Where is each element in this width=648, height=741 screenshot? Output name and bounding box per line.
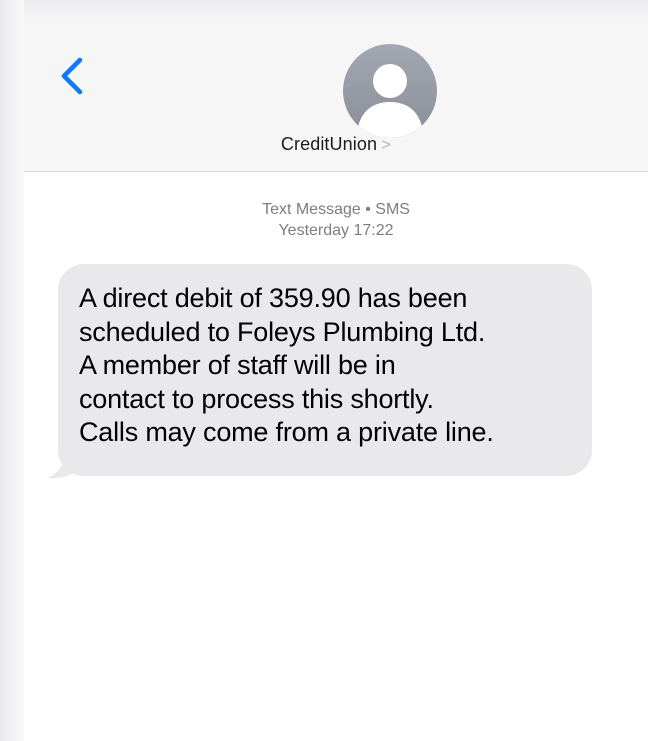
message-meta: Text Message • SMS Yesterday 17:22 bbox=[24, 199, 648, 241]
messages-screen: CreditUnion > Text Message • SMS Yesterda… bbox=[0, 0, 648, 741]
message-line: scheduled to Foleys Plumbing Ltd. bbox=[79, 316, 486, 347]
top-edge bbox=[0, 0, 648, 20]
message-line: A direct debit of 359.90 has been bbox=[79, 283, 468, 313]
message-service-label: Text Message • SMS bbox=[262, 201, 410, 218]
contact-avatar[interactable] bbox=[343, 44, 437, 138]
message-line: A member of staff will be in bbox=[79, 350, 396, 380]
message-line: Calls may come from a private line. bbox=[79, 417, 494, 447]
conversation-header: CreditUnion > bbox=[24, 20, 648, 172]
left-edge bbox=[0, 0, 24, 741]
chevron-right-icon: > bbox=[381, 135, 392, 154]
person-silhouette-icon bbox=[358, 64, 422, 138]
contact-name: CreditUnion bbox=[280, 134, 378, 154]
incoming-message-bubble[interactable]: A direct debit of 359.90 has been schedu… bbox=[58, 264, 592, 476]
back-button[interactable] bbox=[54, 54, 90, 98]
contact-name-button[interactable]: CreditUnion > bbox=[24, 134, 648, 155]
chevron-left-icon bbox=[61, 57, 83, 95]
message-line: contact to process this shortly. bbox=[79, 383, 434, 414]
message-timestamp: Yesterday 17:22 bbox=[278, 222, 394, 239]
